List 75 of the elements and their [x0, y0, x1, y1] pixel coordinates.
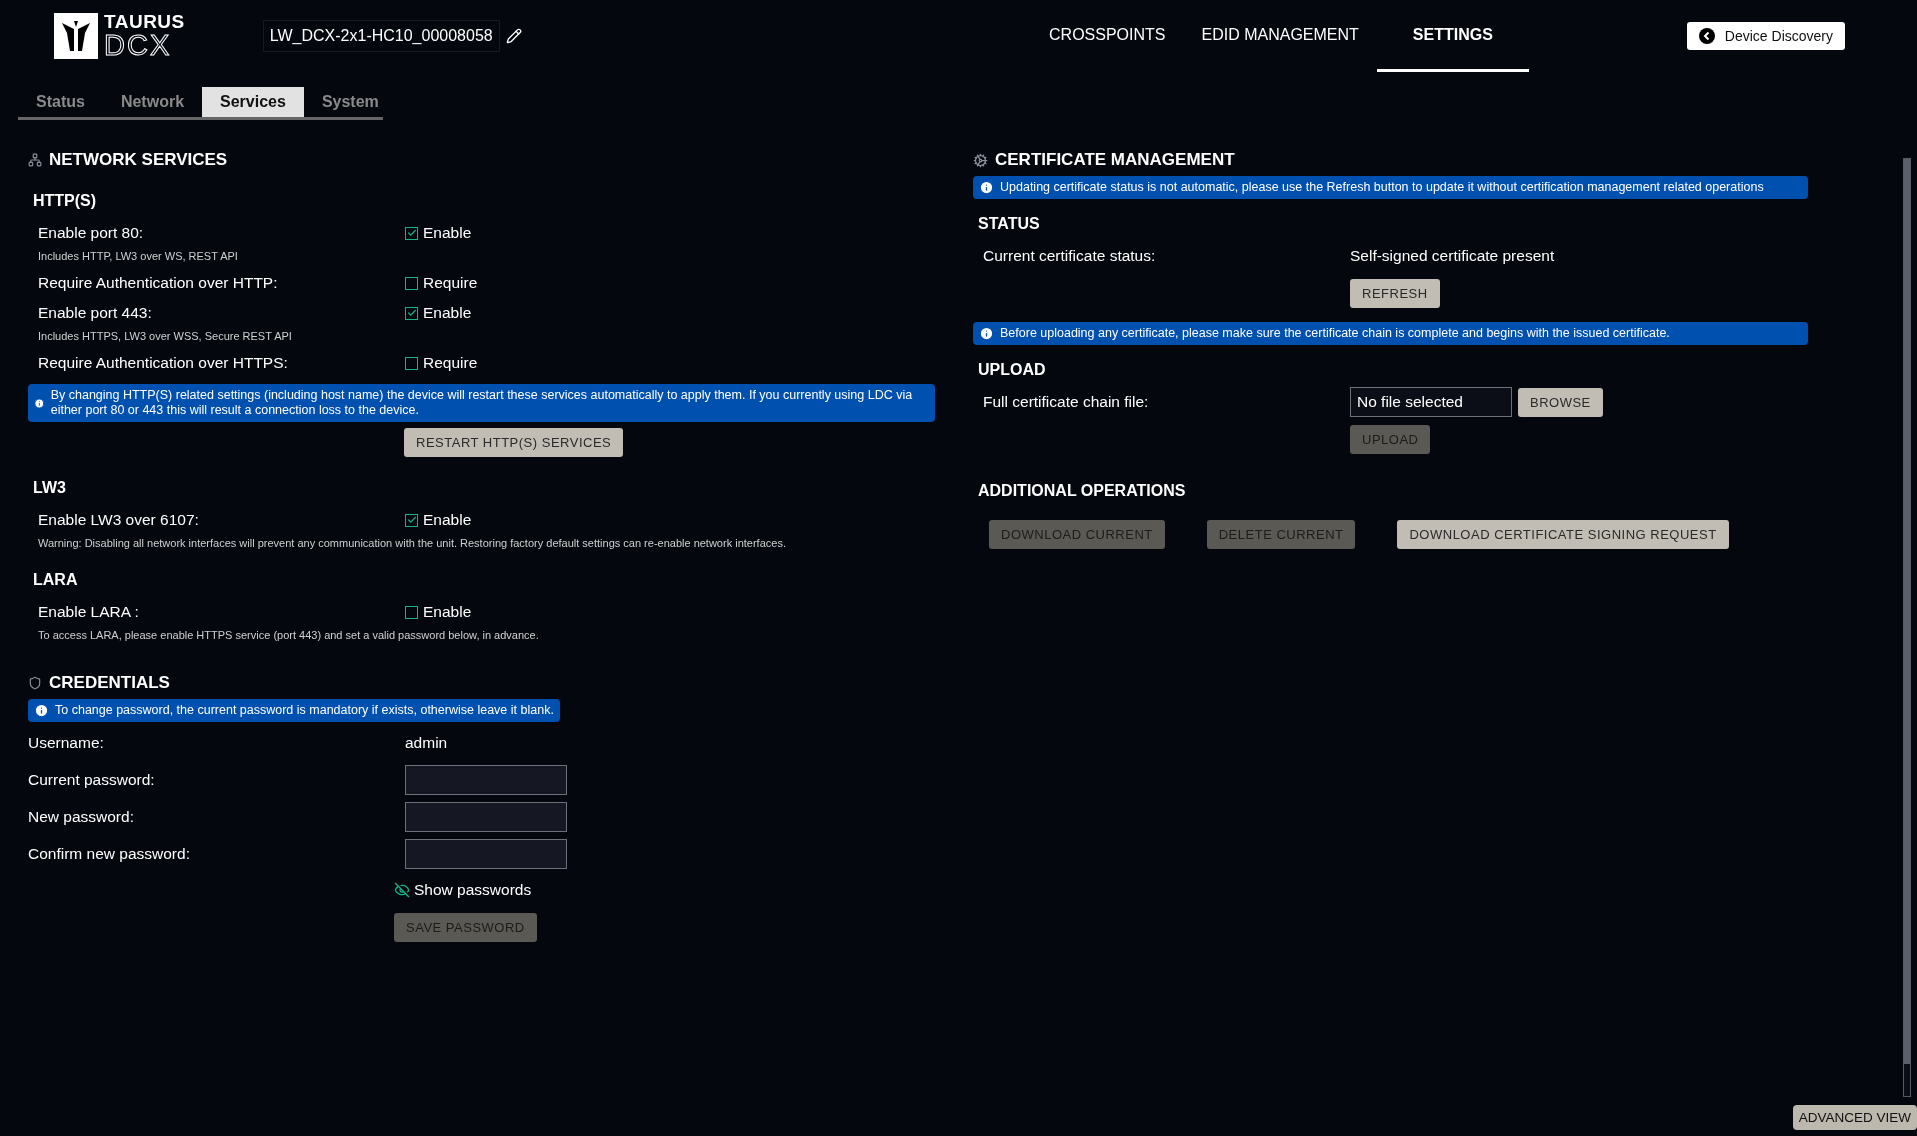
shield-icon — [28, 676, 42, 690]
setting-label: Enable port 443: — [38, 304, 153, 322]
nav-item[interactable]: SETTINGS — [1376, 0, 1529, 72]
gear-icon — [973, 152, 988, 168]
checkbox[interactable] — [405, 226, 418, 240]
checkbox-option[interactable]: Enable — [405, 511, 935, 529]
status-value: Self-signed certificate present — [1350, 247, 1556, 265]
group-title: ADDITIONAL OPERATIONS — [978, 482, 1187, 500]
setting-label: Require Authentication over HTTP: — [38, 274, 279, 292]
checkbox-option[interactable]: Require — [405, 274, 935, 292]
restart-button[interactable]: RESTART HTTP(S) SERVICES — [404, 428, 624, 457]
username-label: Username: — [28, 734, 105, 752]
password-field[interactable] — [405, 839, 567, 869]
logo-icon — [54, 13, 98, 59]
password-label: Current password: — [28, 771, 156, 789]
device-name[interactable]: LW_DCX-2x1-HC10_00008058 — [262, 20, 500, 52]
setting-label: Enable LARA : — [38, 603, 140, 621]
info-icon — [34, 703, 49, 718]
section-title: CREDENTIALS — [49, 673, 170, 693]
back-icon — [1698, 28, 1715, 44]
refresh-button[interactable]: REFRESH — [1350, 279, 1440, 308]
setting-note: To access LARA, please enable HTTPS service (port 443) and set a valid password below, in advance. — [37, 629, 540, 641]
info-text: By changing HTTP(S) related settings (including host name) the device will restart these services automatically to apply them. If you currently using LDC via either port 80 or 443 this will result a connection loss to the device. — [50, 388, 914, 418]
pencil-icon[interactable] — [505, 28, 522, 44]
tab[interactable]: Network — [102, 87, 203, 117]
setting-label: Require Authentication over HTTPS: — [38, 354, 289, 372]
checkbox[interactable] — [405, 513, 418, 527]
eye-off-icon — [394, 882, 410, 898]
group-title: HTTP(S) — [33, 192, 98, 210]
section-title: CERTIFICATE MANAGEMENT — [995, 150, 1235, 170]
tab[interactable]: Status — [18, 87, 103, 117]
checkbox[interactable] — [405, 605, 418, 619]
operation-button[interactable]: DOWNLOAD CERTIFICATE SIGNING REQUEST — [1397, 520, 1729, 549]
tab[interactable]: System — [303, 87, 397, 117]
setting-note: Warning: Disabling all network interfaces will prevent any communication with the unit. Restoring factory default settings can re-enable network interfaces. — [37, 537, 787, 549]
checkbox[interactable] — [405, 356, 418, 370]
username-value: admin — [405, 734, 449, 752]
logo-brand: TAURUS — [104, 12, 185, 31]
show-passwords-toggle[interactable]: Show passwords — [394, 881, 532, 899]
setting-note: Includes HTTPS, LW3 over WSS, Secure REST API — [37, 330, 293, 342]
info-icon — [979, 180, 994, 195]
status-label: Current certificate status: — [983, 247, 1157, 265]
nav-item[interactable]: EDID MANAGEMENT — [1183, 0, 1377, 72]
info-text: To change password, the current password is mandatory if exists, otherwise leave it blank. — [55, 703, 554, 718]
setting-label: Enable port 80: — [38, 224, 145, 242]
section-title: NETWORK SERVICES — [49, 150, 228, 170]
file-field[interactable]: No file selected — [1350, 387, 1512, 417]
scrollbar[interactable] — [1903, 158, 1911, 1097]
checkbox-option[interactable]: Enable — [405, 304, 935, 322]
network-icon — [28, 153, 42, 167]
group-title: STATUS — [978, 215, 1041, 233]
setting-note: Includes HTTP, LW3 over WS, REST API — [37, 250, 239, 262]
checkbox-option[interactable]: Enable — [405, 224, 935, 242]
file-label: Full certificate chain file: — [983, 393, 1150, 411]
group-title: UPLOAD — [978, 361, 1047, 379]
advanced-view-button[interactable]: ADVANCED VIEW — [1792, 1105, 1917, 1130]
password-label: New password: — [28, 808, 135, 826]
info-icon — [979, 326, 994, 341]
password-label: Confirm new password: — [28, 845, 191, 863]
checkbox[interactable] — [405, 306, 418, 320]
password-field[interactable] — [405, 765, 567, 795]
password-field[interactable] — [405, 802, 567, 832]
info-text: Before uploading any certificate, please make sure the certificate chain is complete and begins with the issued certificate. — [1000, 326, 1670, 341]
group-title: LW3 — [33, 479, 67, 497]
info-text: Updating certificate status is not automatic, please use the Refresh button to update it without certification management related operations — [1000, 180, 1764, 195]
checkbox-option[interactable]: Enable — [405, 603, 935, 621]
device-discovery-button[interactable]: Device Discovery — [1686, 22, 1845, 50]
nav-item[interactable]: CROSSPOINTS — [1031, 0, 1184, 72]
checkbox[interactable] — [405, 276, 418, 290]
group-title: LARA — [33, 571, 79, 589]
setting-label: Enable LW3 over 6107: — [38, 511, 200, 529]
browse-button[interactable]: BROWSE — [1518, 387, 1603, 417]
tab[interactable]: Services — [202, 87, 304, 117]
logo-product: DCX — [104, 31, 173, 60]
checkbox-option[interactable]: Require — [405, 354, 935, 372]
